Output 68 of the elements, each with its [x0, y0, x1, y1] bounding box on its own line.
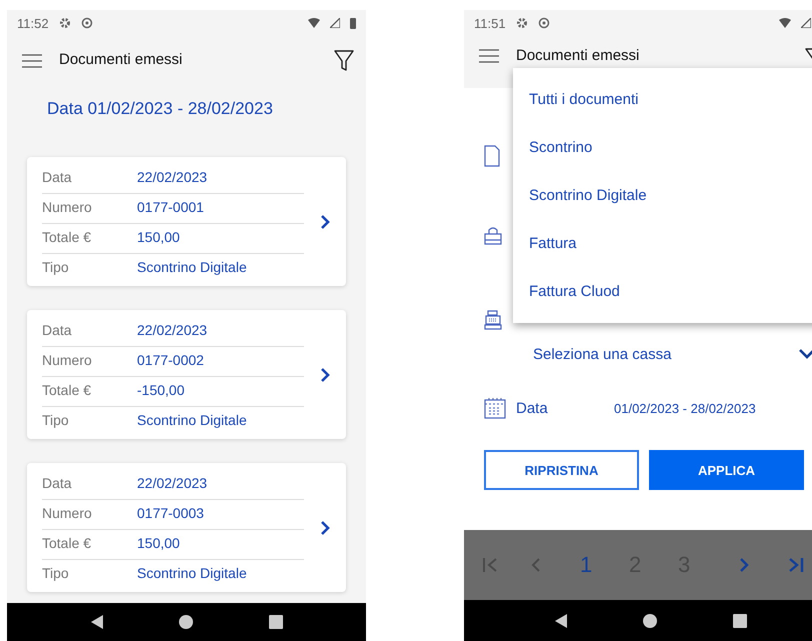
menu-item[interactable]: Scontrino Digitale	[513, 172, 812, 220]
field-value: 0177-0002	[137, 352, 204, 368]
field-value: 22/02/2023	[137, 474, 208, 490]
document-card[interactable]: Data 22/02/2023 Numero 0177-0003 Totale € 150,00 Tipo Scontrino Digitale	[27, 463, 346, 592]
chevron-right-icon[interactable]	[320, 214, 330, 230]
field-label: Numero	[42, 352, 93, 368]
field-value: 22/02/2023	[137, 322, 208, 338]
field-label: Totale €	[42, 382, 92, 398]
recents-icon[interactable]	[732, 614, 746, 628]
field-label: Totale €	[42, 535, 92, 551]
menu-icon[interactable]	[478, 48, 500, 64]
field-label: Tipo	[42, 259, 70, 275]
field-value: 22/02/2023	[137, 168, 208, 184]
field-value: Scontrino Digitale	[137, 259, 247, 275]
circle-icon	[538, 17, 550, 29]
document-card[interactable]: Data 22/02/2023 Numero 0177-0001 Totale € 150,00 Tipo Scontrino Digitale	[27, 157, 346, 286]
date-filter-label: Data	[516, 400, 549, 416]
circle-icon	[80, 17, 93, 29]
chevron-right-icon[interactable]	[320, 520, 330, 536]
field-value: 0177-0001	[137, 199, 204, 215]
field-value: 150,00	[137, 229, 180, 245]
chevron-right-icon[interactable]	[320, 366, 330, 382]
screen-title: Documenti emessi	[59, 52, 184, 69]
chevron-down-icon	[799, 349, 812, 359]
menu-item[interactable]: Scontrino	[513, 124, 812, 172]
reset-button[interactable]: RIPRISTINA	[484, 450, 639, 490]
field-label: Numero	[42, 505, 93, 521]
back-icon[interactable]	[554, 614, 566, 628]
menu-item[interactable]: Tutti i documenti	[513, 76, 812, 124]
wifi-icon	[779, 18, 791, 28]
back-icon[interactable]	[90, 615, 102, 629]
date-filter-value[interactable]: 01/02/2023 - 28/02/2023	[614, 400, 803, 416]
apply-button[interactable]: APPLICA	[649, 450, 804, 490]
field-label: Numero	[42, 199, 93, 215]
shopping-bag-icon	[484, 227, 502, 245]
gear-icon	[516, 17, 528, 29]
cash-register-icon	[484, 310, 502, 330]
signal-icon	[330, 18, 340, 28]
field-label: Tipo	[42, 565, 70, 581]
screen-title: Documenti emessi	[516, 48, 640, 64]
field-label: Data	[42, 322, 73, 338]
field-value: Scontrino Digitale	[137, 565, 247, 581]
status-time: 11:52	[17, 16, 49, 30]
field-value: -150,00	[137, 382, 184, 398]
calendar-icon	[484, 397, 506, 419]
field-value: 0177-0003	[137, 505, 204, 521]
field-label: Data	[42, 474, 73, 490]
document-card[interactable]: Data 22/02/2023 Numero 0177-0002 Totale € -150,00 Tipo Scontrino Digitale	[27, 310, 346, 439]
wifi-icon	[308, 18, 320, 28]
status-time: 11:51	[474, 16, 506, 30]
date-range: Data 01/02/2023 - 28/02/2023	[46, 98, 274, 120]
field-label: Data	[42, 168, 73, 184]
menu-icon[interactable]	[21, 52, 43, 68]
field-label: Totale €	[42, 229, 92, 245]
document-icon	[484, 145, 500, 167]
cassa-select[interactable]: Seleziona una cassa	[484, 338, 812, 370]
home-icon[interactable]	[642, 614, 656, 628]
menu-item[interactable]: Fattura Cluod	[513, 267, 812, 315]
recents-icon[interactable]	[268, 615, 282, 629]
filter-icon[interactable]	[334, 50, 354, 72]
home-icon[interactable]	[178, 615, 192, 629]
gear-icon	[58, 17, 71, 29]
field-value: Scontrino Digitale	[137, 412, 247, 428]
menu-item[interactable]: Fattura	[513, 219, 812, 268]
battery-icon	[350, 17, 356, 29]
signal-icon	[801, 18, 811, 28]
field-value: 150,00	[137, 535, 180, 551]
field-label: Tipo	[42, 412, 70, 428]
